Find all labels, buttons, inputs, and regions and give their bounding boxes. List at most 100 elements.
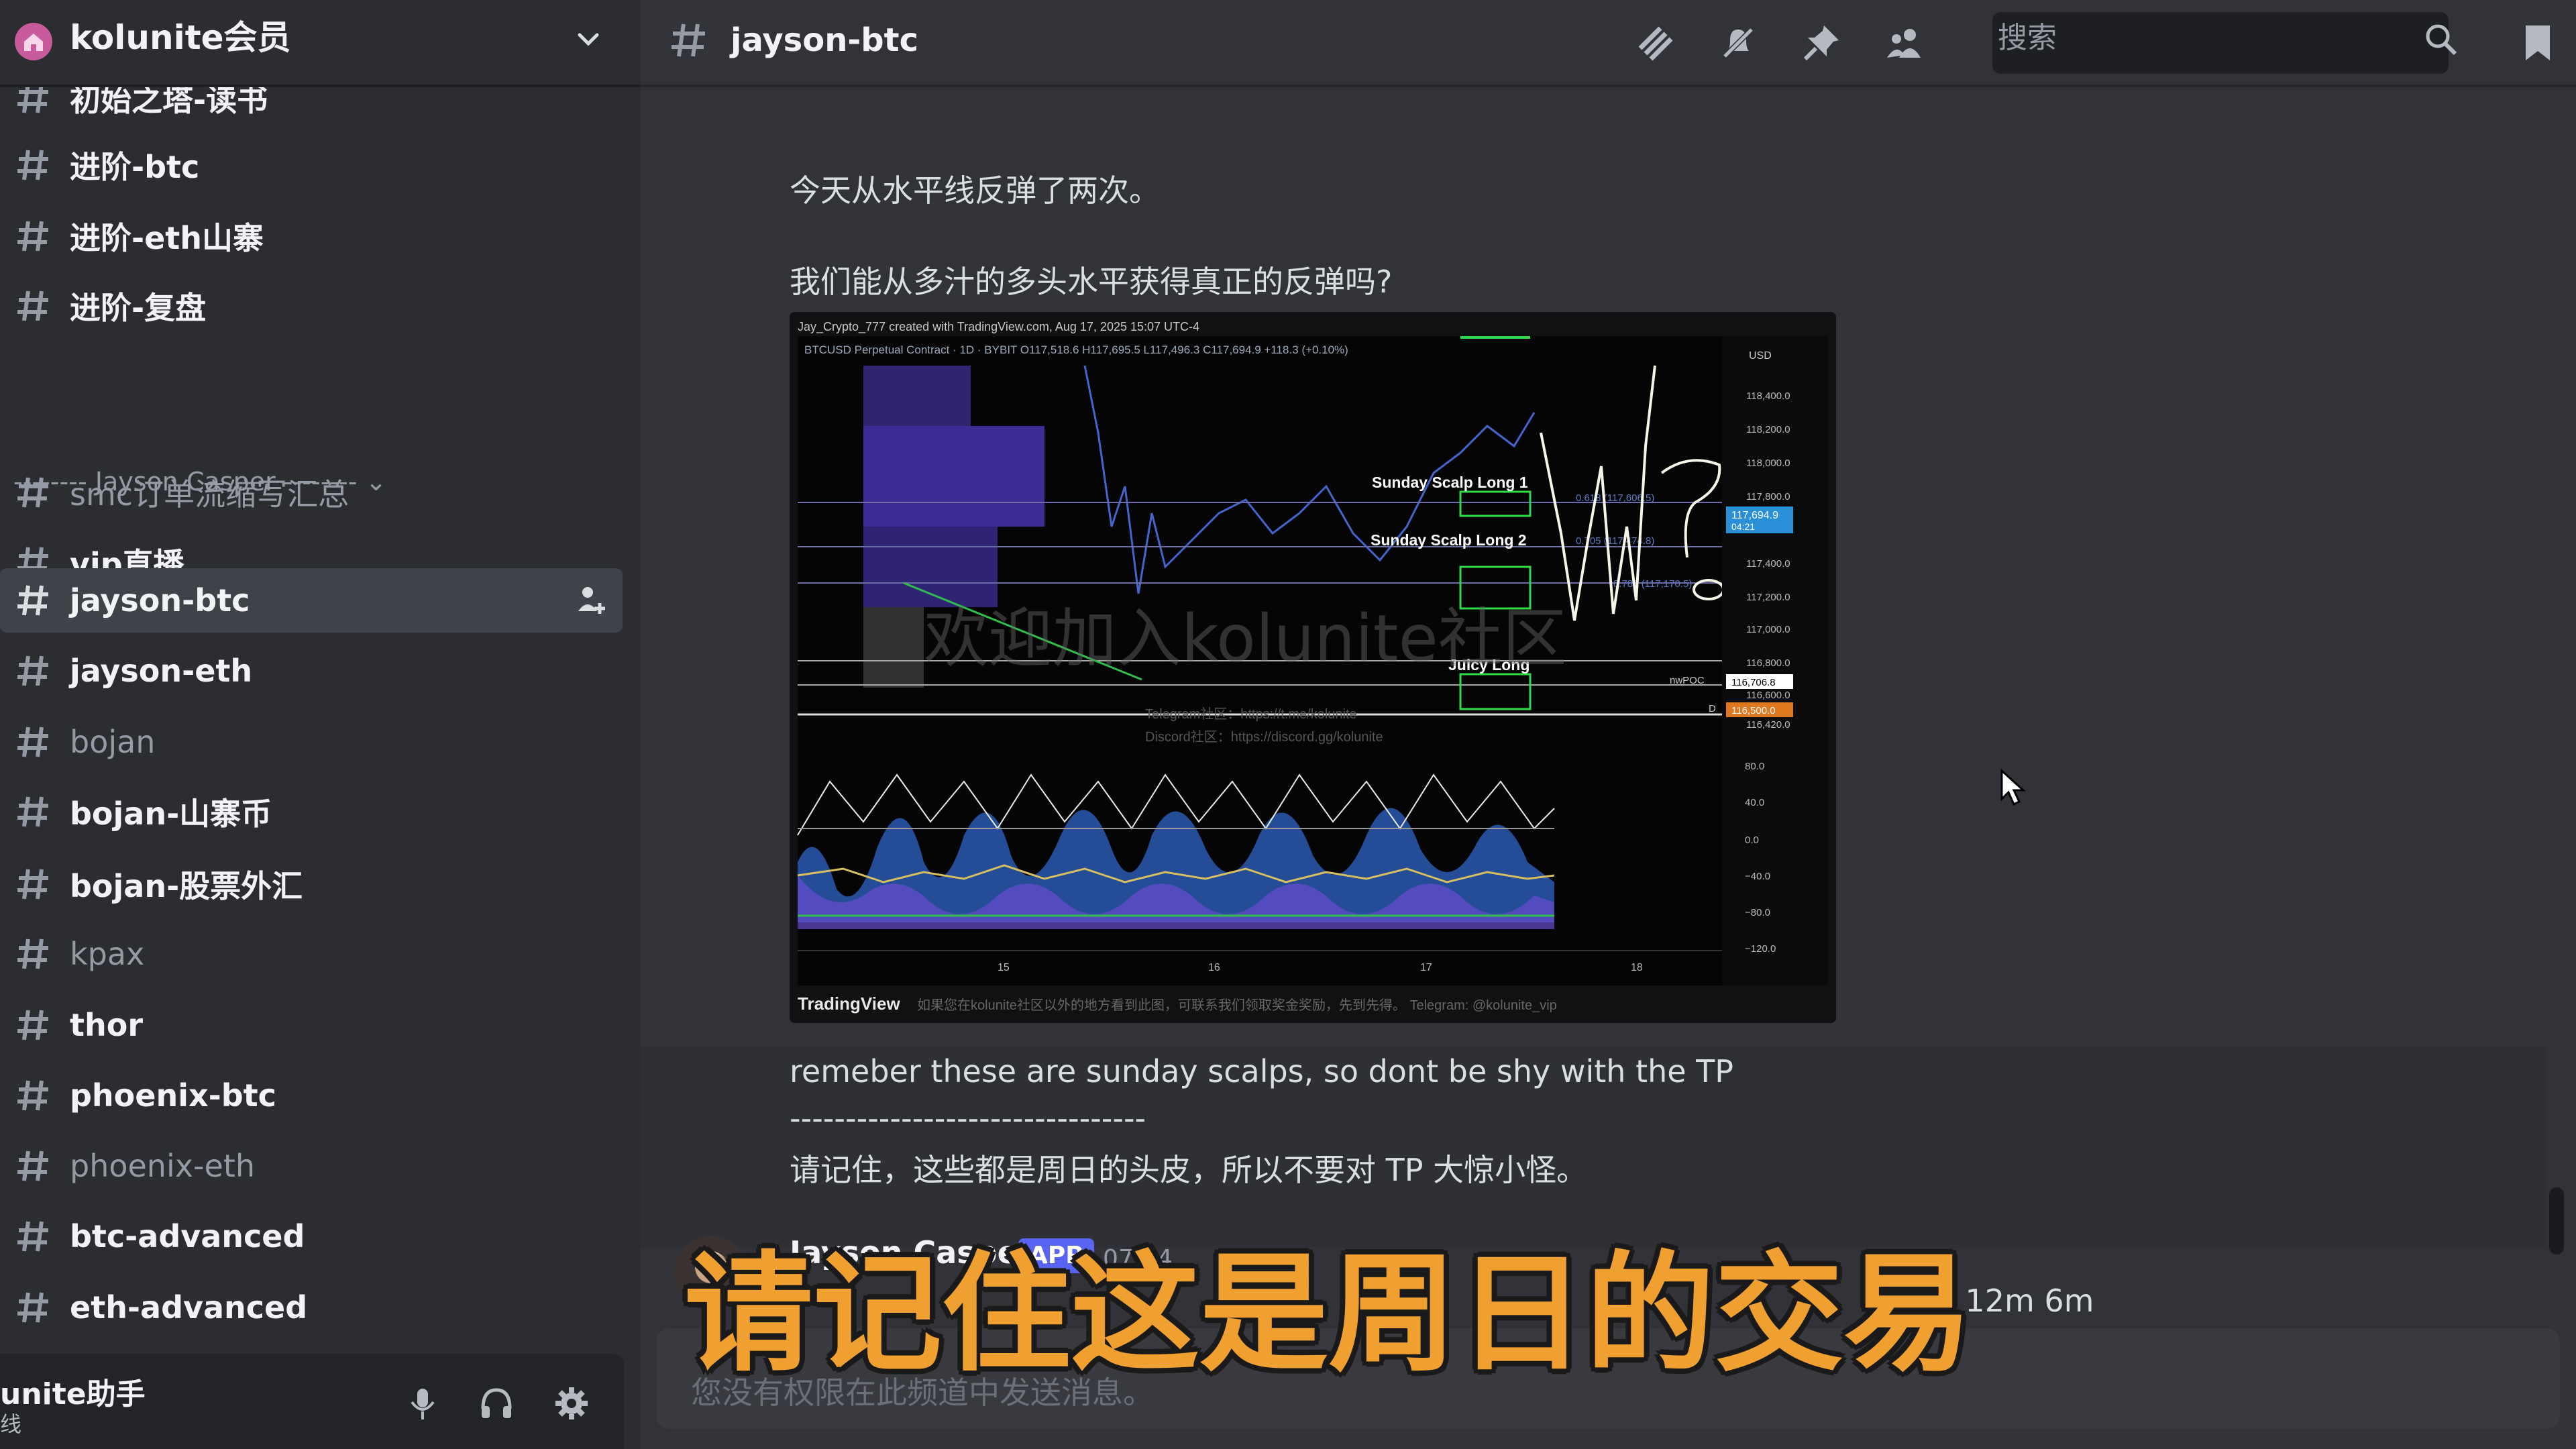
- npoc-value: 116,706.8: [1731, 677, 1776, 688]
- sidebar-channel[interactable]: btc-advanced: [0, 1204, 623, 1269]
- notification-muted-icon[interactable]: [1717, 21, 1760, 64]
- sidebar-channel[interactable]: eth-advanced: [0, 1275, 623, 1340]
- channel-label: thor: [70, 1007, 144, 1043]
- pin-icon[interactable]: [1800, 21, 1843, 64]
- currency-label: USD: [1749, 350, 1772, 362]
- hash-icon: [17, 869, 48, 900]
- message-divider: --------------------------------: [790, 1100, 1146, 1136]
- channel-label: kpax: [70, 936, 145, 972]
- price-tick: 117,800.0: [1746, 491, 1790, 502]
- x-tick: 15: [998, 962, 1010, 973]
- osc-tick: −120.0: [1745, 943, 1776, 955]
- sidebar-channel[interactable]: 初始之塔-读书: [0, 87, 623, 130]
- channel-label: eth-advanced: [70, 1289, 308, 1326]
- message-text: 请记住，这些都是周日的头皮，所以不要对 TP 大惊小怪。: [790, 1152, 1588, 1188]
- hash-icon: [17, 585, 48, 616]
- member-list-icon[interactable]: [1883, 21, 1926, 64]
- price-badge: 117,694.9: [1731, 510, 1778, 521]
- tradingview-logo: TradingView: [798, 994, 900, 1014]
- chart-footer-note: 如果您在kolunite社区以外的地方看到此图，可联系我们领取奖金奖励，先到先得…: [917, 998, 1557, 1013]
- chart-image-attachment[interactable]: Jay_Crypto_777 created with TradingView.…: [790, 312, 1836, 1023]
- sidebar-channel[interactable]: bojan-山寨币: [0, 780, 623, 844]
- sidebar-channel[interactable]: 进阶-btc: [0, 133, 623, 197]
- d-label: D: [1709, 703, 1716, 714]
- sidebar-channel[interactable]: phoenix-eth: [0, 1134, 623, 1198]
- hash-icon: [17, 655, 48, 686]
- inbox-icon[interactable]: [2519, 21, 2557, 64]
- sidebar-channel[interactable]: jayson-eth: [0, 639, 623, 703]
- price-tick: 117,000.0: [1746, 624, 1790, 635]
- channel-label: bojan-山寨币: [70, 796, 272, 832]
- channel-label: 进阶-复盘: [70, 290, 207, 326]
- watermark: 欢迎加入kolunite社区: [924, 601, 1567, 676]
- user-panel: unite助手 线: [0, 1354, 624, 1449]
- channel-label: phoenix-eth: [70, 1148, 256, 1184]
- gear-icon[interactable]: [551, 1383, 592, 1424]
- headphones-icon[interactable]: [476, 1383, 517, 1424]
- sidebar-channel[interactable]: bojan: [0, 710, 623, 774]
- sidebar-channel[interactable]: thor: [0, 993, 623, 1057]
- chevron-down-icon[interactable]: [572, 23, 605, 56]
- sidebar-channel[interactable]: bojan-股票外汇: [0, 852, 623, 916]
- channel-label: phoenix-btc: [70, 1077, 276, 1114]
- message-text: 今天从水平线反弹了两次。: [790, 172, 1160, 209]
- sidebar: kolunite会员 初始之塔-读书 进阶-btc 进阶-eth山寨 进阶-复盘…: [0, 0, 641, 1449]
- hash-icon: [17, 1292, 48, 1323]
- sidebar-channel[interactable]: smc订单流缩写汇总: [0, 460, 623, 525]
- price-tick: 118,400.0: [1746, 390, 1790, 402]
- channel-label: btc-advanced: [70, 1218, 305, 1254]
- hash-icon: [17, 796, 48, 827]
- sidebar-channel[interactable]: phoenix-btc: [0, 1063, 623, 1128]
- sidebar-channel-active[interactable]: jayson-btc: [0, 568, 623, 633]
- price-tick: 118,200.0: [1746, 424, 1790, 435]
- threads-icon[interactable]: [1633, 21, 1676, 64]
- add-member-icon[interactable]: [573, 583, 608, 618]
- microphone-icon[interactable]: [402, 1383, 443, 1424]
- server-icon: [15, 23, 52, 60]
- channel-label: smc订单流缩写汇总: [70, 476, 350, 513]
- price-tick: 117,200.0: [1746, 592, 1790, 603]
- price-tick: 118,000.0: [1746, 458, 1790, 469]
- npoc-label: nwPOC: [1670, 675, 1705, 686]
- channel-label: 初始之塔-读书: [70, 87, 268, 118]
- zone-label: Sunday Scalp Long 2: [1371, 531, 1527, 549]
- message-text: 我们能从多汁的多头水平获得真正的反弹吗?: [790, 264, 1393, 300]
- osc-tick: 40.0: [1745, 797, 1764, 808]
- hash-icon: [17, 727, 48, 757]
- channel-label: 进阶-btc: [70, 149, 200, 185]
- chart-header-text: Jay_Crypto_777 created with TradingView.…: [798, 320, 1199, 334]
- channel-label: 进阶-eth山寨: [70, 220, 264, 256]
- price-tick: 116,600.0: [1746, 690, 1790, 701]
- fib-label: 0.786 (117,170.5): [1613, 578, 1692, 590]
- sidebar-channel[interactable]: 进阶-复盘: [0, 274, 623, 338]
- price-tick: 116,420.0: [1746, 719, 1790, 731]
- channel-label: bojan-股票外汇: [70, 868, 303, 904]
- tradingview-chart: Jay_Crypto_777 created with TradingView.…: [790, 312, 1836, 1023]
- video-caption: 请记住这是周日的交易: [684, 1240, 1972, 1389]
- osc-tick: 80.0: [1745, 761, 1764, 772]
- channel-title: jayson-btc: [731, 21, 919, 59]
- search-icon: [2426, 24, 2457, 56]
- server-name: kolunite会员: [70, 18, 291, 57]
- server-header[interactable]: kolunite会员: [0, 0, 641, 87]
- search-input[interactable]: [1992, 12, 2449, 74]
- watermark-telegram: Telegram社区：https://t.me/kolunite: [1145, 706, 1357, 722]
- search-placeholder: 搜索: [1998, 21, 2057, 55]
- user-name[interactable]: unite助手: [0, 1370, 146, 1413]
- osc-tick: −80.0: [1745, 907, 1770, 918]
- hash-icon: [17, 1150, 48, 1181]
- sidebar-channel[interactable]: 进阶-eth山寨: [0, 204, 623, 268]
- zone-label: Sunday Scalp Long 1: [1372, 474, 1528, 491]
- hash-icon: [17, 1080, 48, 1111]
- sidebar-channel[interactable]: kpax: [0, 922, 623, 986]
- hash-icon: [17, 1010, 48, 1040]
- channel-label: jayson-btc: [70, 582, 250, 619]
- x-tick: 18: [1631, 962, 1643, 973]
- watermark-discord: Discord社区：https://discord.gg/kolunite: [1145, 729, 1383, 745]
- scrollbar[interactable]: [2549, 1187, 2564, 1254]
- hash-icon: [17, 87, 48, 113]
- channel-label: bojan: [70, 724, 156, 760]
- osc-tick: −40.0: [1745, 871, 1770, 882]
- hash-icon: [17, 290, 48, 321]
- osc-tick: 0.0: [1745, 835, 1759, 846]
